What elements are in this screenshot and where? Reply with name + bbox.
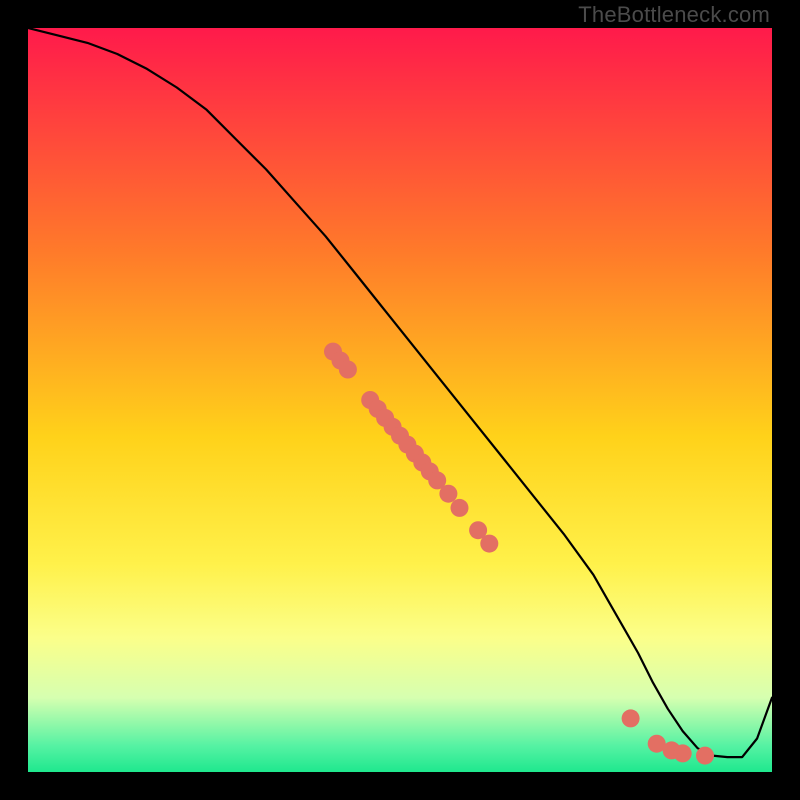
data-marker — [439, 485, 457, 503]
data-marker — [696, 747, 714, 765]
bottleneck-chart — [28, 28, 772, 772]
data-marker — [622, 709, 640, 727]
watermark-text: TheBottleneck.com — [578, 2, 770, 28]
data-marker — [480, 535, 498, 553]
data-marker — [339, 361, 357, 379]
data-marker — [451, 499, 469, 517]
data-marker — [674, 744, 692, 762]
chart-background — [28, 28, 772, 772]
chart-frame — [28, 28, 772, 772]
